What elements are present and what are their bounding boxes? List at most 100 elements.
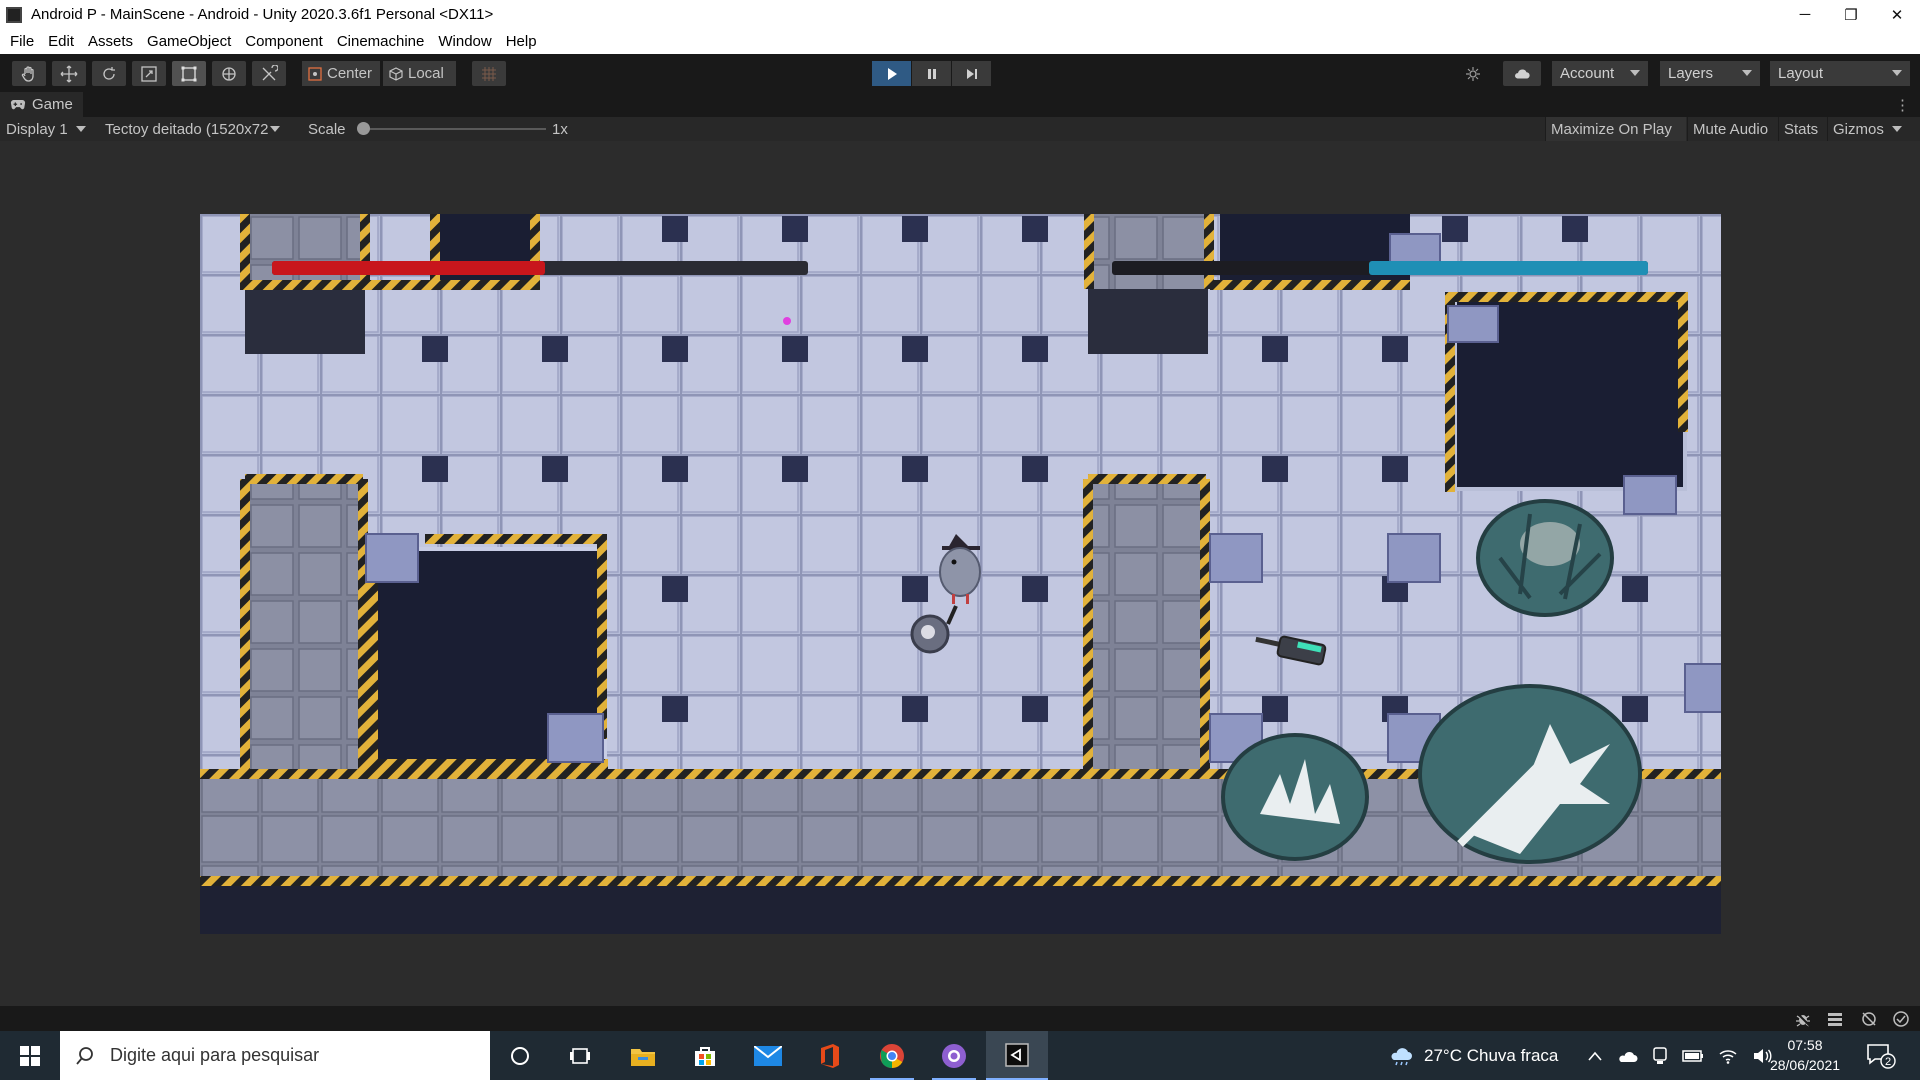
- menu-cinemachine[interactable]: Cinemachine: [330, 33, 432, 50]
- mail-icon: [754, 1045, 782, 1066]
- notification-count: 2: [1885, 1056, 1891, 1068]
- auto-generate-lighting-icon[interactable]: [1860, 1010, 1878, 1028]
- menu-component[interactable]: Component: [238, 33, 330, 50]
- resolution-label: Tectoy deitado (1520x72: [105, 120, 269, 138]
- minimize-button[interactable]: ─: [1782, 0, 1828, 29]
- menu-assets[interactable]: Assets: [81, 33, 140, 50]
- chevron-up-icon[interactable]: [1588, 1051, 1602, 1061]
- rotate-tool-button[interactable]: [92, 61, 126, 86]
- weather-widget[interactable]: 27°C Chuva fraca: [1388, 1031, 1558, 1080]
- menu-gameobject[interactable]: GameObject: [140, 33, 238, 50]
- collab-cloud-button[interactable]: [1503, 61, 1541, 86]
- pause-icon: [927, 68, 936, 79]
- tab-game[interactable]: Game: [0, 92, 83, 117]
- chrome-button[interactable]: [862, 1031, 922, 1080]
- cloud-icon: [1515, 68, 1530, 78]
- tab-game-label: Game: [32, 96, 73, 113]
- step-button[interactable]: [952, 61, 991, 86]
- grid-snap-icon: [482, 66, 496, 81]
- custom-tool-button[interactable]: [252, 61, 286, 86]
- unity-button[interactable]: [986, 1031, 1048, 1080]
- search-icon: [76, 1046, 93, 1065]
- action-center-button[interactable]: 2: [1866, 1043, 1896, 1072]
- notification-icon: 2: [1867, 1044, 1896, 1069]
- menu-window[interactable]: Window: [431, 33, 498, 50]
- display-label: Display 1: [6, 120, 68, 138]
- game-tab-header: Game ⋮: [0, 92, 1920, 117]
- player2-health-fill: [1369, 261, 1648, 275]
- special-attack-button: [1476, 499, 1614, 617]
- resolution-dropdown[interactable]: Tectoy deitado (1520x72: [105, 117, 297, 141]
- hand-tool-button[interactable]: [12, 61, 46, 86]
- pivot-mode-toggle[interactable]: Center: [302, 61, 380, 86]
- layout-dropdown[interactable]: Layout: [1770, 61, 1910, 86]
- cursor-marker: [783, 317, 791, 325]
- local-cube-icon: [389, 66, 403, 81]
- unity-app-icon: [6, 6, 22, 23]
- layers-dropdown[interactable]: Layers: [1660, 61, 1760, 86]
- file-explorer-button[interactable]: [613, 1031, 673, 1080]
- menu-file[interactable]: File: [3, 33, 41, 50]
- dash-button: [1221, 733, 1369, 861]
- scale-slider-track[interactable]: [362, 128, 546, 130]
- transform-tool-button[interactable]: [212, 61, 246, 86]
- editor-status-bar: [0, 1006, 1920, 1031]
- menu-help[interactable]: Help: [499, 33, 544, 50]
- taskbar-clock[interactable]: 07:58 28/06/2021: [1760, 1035, 1850, 1075]
- pivot-rotation-toggle[interactable]: Local: [383, 61, 456, 86]
- more-options-icon[interactable]: ⋮: [1895, 96, 1910, 114]
- cortana-button[interactable]: [490, 1031, 550, 1080]
- start-button[interactable]: [0, 1031, 60, 1080]
- wifi-icon[interactable]: [1718, 1048, 1738, 1064]
- move-tool-button[interactable]: [52, 61, 86, 86]
- progress-icon[interactable]: [1826, 1010, 1844, 1028]
- check-circle-icon[interactable]: [1892, 1010, 1910, 1028]
- transform-icon: [222, 66, 236, 81]
- game-view-panel: [0, 141, 1920, 1006]
- layers-label: Layers: [1668, 65, 1714, 82]
- weather-cloud-rain-icon: [1391, 1047, 1412, 1065]
- menu-edit[interactable]: Edit: [41, 33, 81, 50]
- meet-now-icon[interactable]: [1652, 1046, 1668, 1065]
- game-viewport[interactable]: [200, 214, 1721, 934]
- github-desktop-button[interactable]: [924, 1031, 984, 1080]
- scale-slider-handle[interactable]: [357, 122, 370, 135]
- search-placeholder: Digite aqui para pesquisar: [110, 1045, 320, 1065]
- chevron-down-icon: [270, 126, 281, 132]
- office-button[interactable]: [800, 1031, 860, 1080]
- close-button[interactable]: ✕: [1874, 0, 1920, 29]
- battery-icon[interactable]: [1682, 1049, 1704, 1062]
- maximize-on-play-toggle[interactable]: Maximize On Play: [1545, 117, 1686, 141]
- mute-audio-label: Mute Audio: [1693, 120, 1769, 138]
- taskbar-search-box[interactable]: Digite aqui para pesquisar: [60, 1031, 490, 1080]
- attack-button: [1418, 684, 1642, 864]
- system-tray: [1588, 1031, 1772, 1080]
- display-dropdown[interactable]: Display 1: [6, 117, 96, 141]
- play-icon: [887, 67, 897, 80]
- game-scene: [200, 214, 1721, 934]
- onedrive-cloud-icon[interactable]: [1616, 1049, 1638, 1063]
- stats-label: Stats: [1784, 120, 1819, 138]
- gizmos-dropdown[interactable]: Gizmos: [1827, 117, 1920, 141]
- layout-label: Layout: [1778, 65, 1824, 82]
- account-dropdown[interactable]: Account: [1552, 61, 1648, 86]
- task-view-button[interactable]: [550, 1031, 610, 1080]
- scale-icon: [141, 65, 157, 82]
- store-button[interactable]: [675, 1031, 735, 1080]
- rect-tool-button[interactable]: [172, 61, 206, 86]
- github-desktop-icon: [942, 1043, 966, 1068]
- play-button[interactable]: [872, 61, 911, 86]
- debug-bug-icon[interactable]: [1794, 1010, 1812, 1028]
- windows-logo-icon: [20, 1045, 40, 1066]
- stats-toggle[interactable]: Stats: [1778, 117, 1826, 141]
- task-view-icon: [570, 1047, 590, 1064]
- services-button[interactable]: [1456, 61, 1490, 86]
- restore-button[interactable]: ❐: [1828, 0, 1874, 29]
- pause-button[interactable]: [912, 61, 951, 86]
- mute-audio-toggle[interactable]: Mute Audio: [1687, 117, 1777, 141]
- snap-grid-button[interactable]: [472, 61, 506, 86]
- pivot-center-icon: [308, 66, 322, 81]
- chevron-down-icon: [1630, 70, 1640, 76]
- mail-button[interactable]: [738, 1031, 798, 1080]
- scale-tool-button[interactable]: [132, 61, 166, 86]
